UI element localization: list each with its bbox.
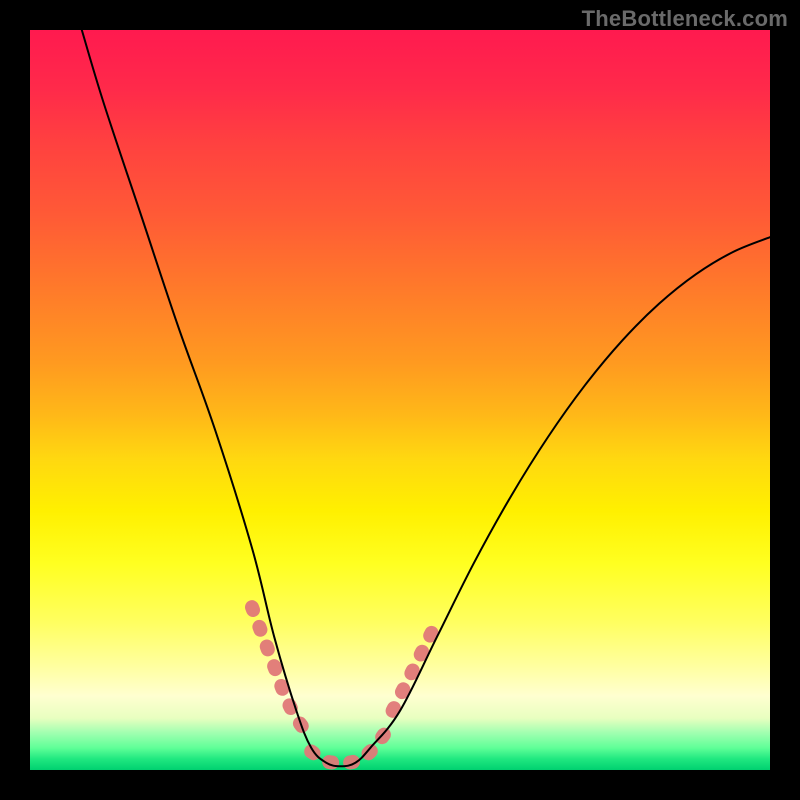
plot-area — [30, 30, 770, 770]
right-pink-band — [393, 622, 437, 711]
chart-container: TheBottleneck.com — [0, 0, 800, 800]
chart-svg — [30, 30, 770, 770]
bottom-pink-band — [311, 733, 385, 763]
watermark-text: TheBottleneck.com — [582, 6, 788, 32]
left-pink-band — [252, 607, 308, 733]
highlight-layer — [252, 607, 437, 762]
